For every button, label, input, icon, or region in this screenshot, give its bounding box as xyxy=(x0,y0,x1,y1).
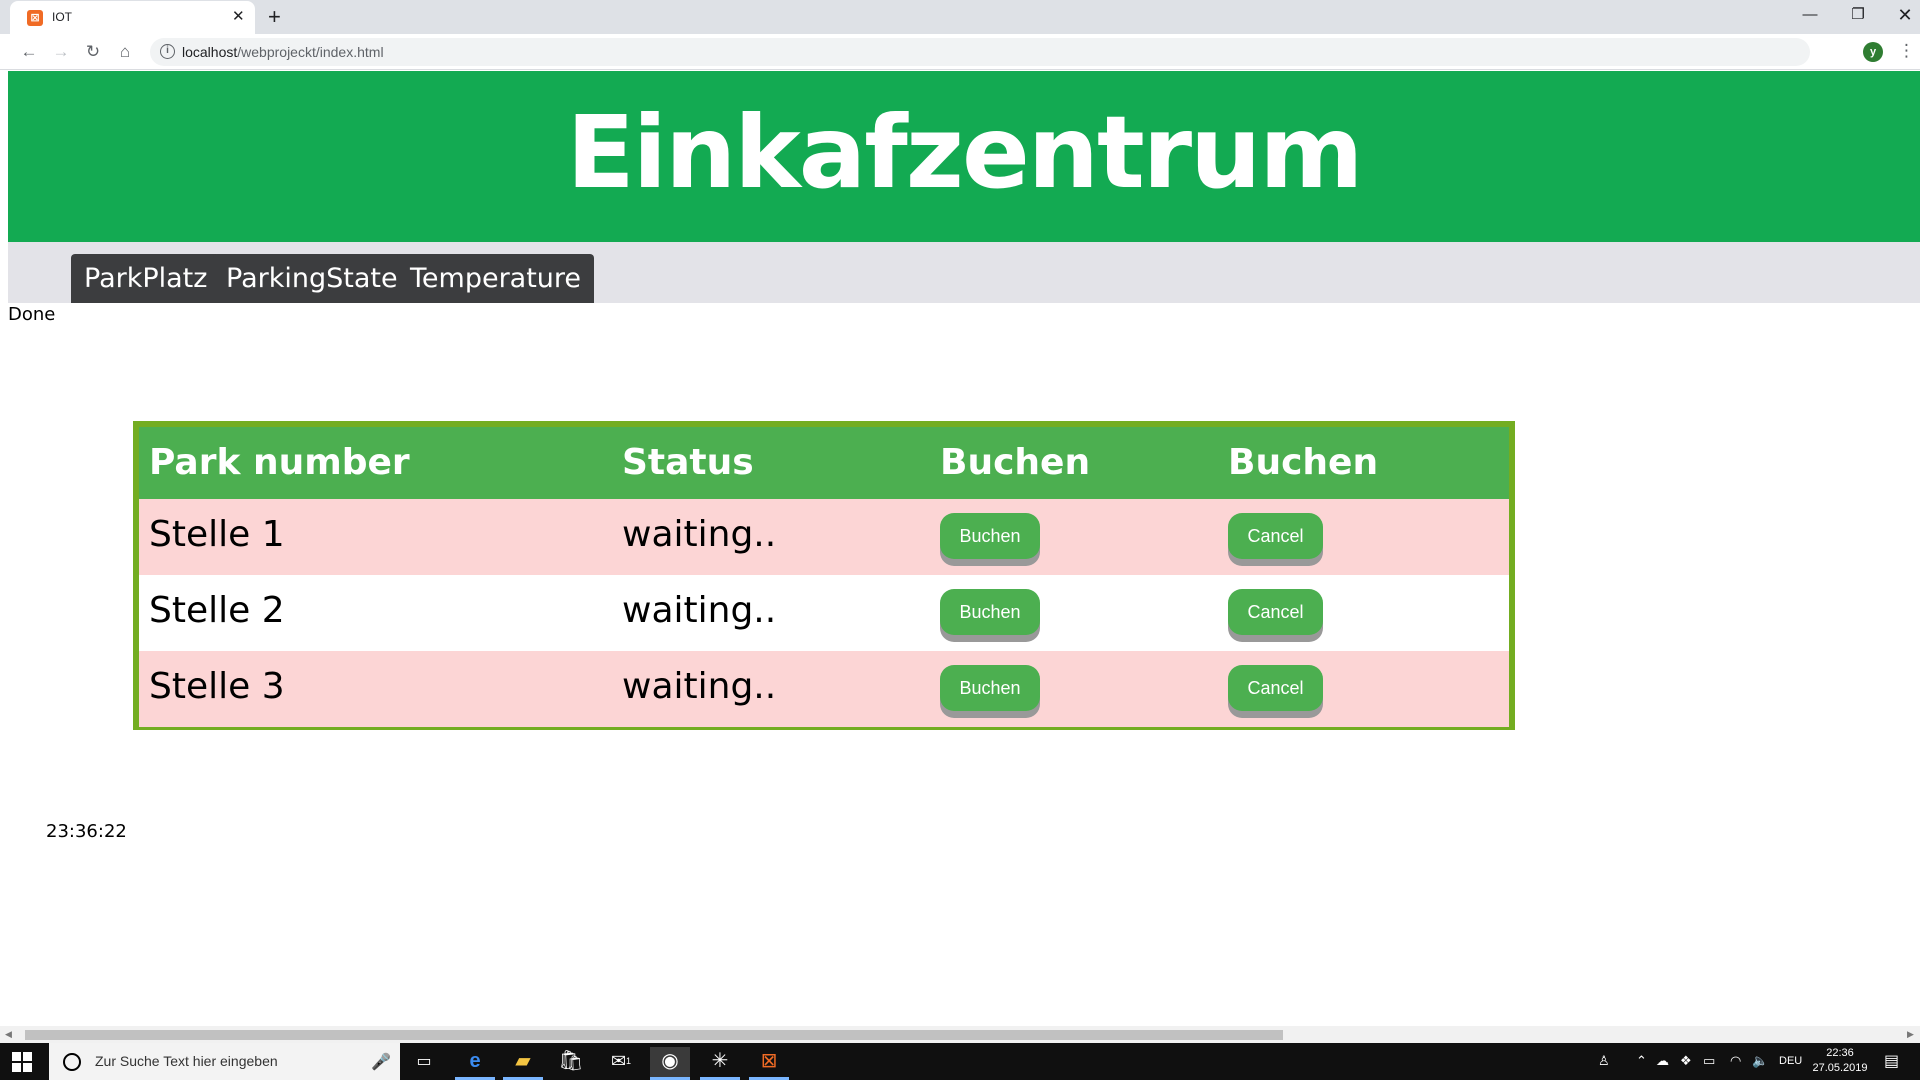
search-placeholder: Zur Suche Text hier eingeben xyxy=(95,1053,278,1069)
book-button[interactable]: Buchen xyxy=(940,513,1040,559)
table-row: Stelle 1 waiting.. Buchen Cancel xyxy=(139,499,1509,575)
forward-arrow-icon[interactable]: → xyxy=(49,40,73,64)
taskbar-clock[interactable]: 22:36 27.05.2019 xyxy=(1812,1046,1868,1076)
status-text: Done xyxy=(8,304,56,325)
minimize-button[interactable]: — xyxy=(1790,4,1830,26)
home-icon[interactable]: ⌂ xyxy=(113,40,137,64)
nav-parkplatz[interactable]: ParkPlatz xyxy=(71,254,221,303)
browser-titlebar: ⊠ IOT ✕ + — ❐ ✕ xyxy=(0,0,1920,34)
cancel-button[interactable]: Cancel xyxy=(1228,513,1323,559)
book-button[interactable]: Buchen xyxy=(940,665,1040,711)
park-place: Stelle 3 xyxy=(149,666,285,707)
park-place: Stelle 2 xyxy=(149,590,285,631)
mail-icon[interactable]: ✉1 xyxy=(601,1047,641,1080)
park-status: waiting.. xyxy=(622,590,777,631)
notification-icon[interactable]: ▤ xyxy=(1884,1051,1899,1071)
new-tab-button[interactable]: + xyxy=(268,4,281,30)
taskbar-time: 22:36 xyxy=(1826,1047,1854,1059)
header-buchen-cancel: Buchen xyxy=(1228,442,1379,483)
microphone-icon[interactable]: 🎤 xyxy=(371,1052,391,1072)
address-bar[interactable]: i localhost/webprojeckt/index.html ⊕ ☆ xyxy=(150,38,1810,66)
scroll-left-icon[interactable]: ◀ xyxy=(5,1029,12,1040)
volume-icon[interactable]: 🔈 xyxy=(1752,1053,1768,1069)
url-host: localhost xyxy=(182,44,238,60)
header-buchen: Buchen xyxy=(940,442,1091,483)
taskbar-search-box[interactable]: Zur Suche Text hier eingeben 🎤 xyxy=(49,1043,400,1080)
edge-browser-icon[interactable]: e xyxy=(455,1047,495,1080)
mail-badge: 1 xyxy=(626,1056,632,1066)
store-icon[interactable]: 🛍 xyxy=(551,1047,591,1080)
cancel-button[interactable]: Cancel xyxy=(1228,665,1323,711)
parking-table: Park number Status Buchen Buchen Stelle … xyxy=(133,421,1515,730)
chrome-icon[interactable]: ◉ xyxy=(650,1047,690,1080)
header-park-number: Park number xyxy=(149,442,410,483)
windows-taskbar: Zur Suche Text hier eingeben 🎤 ▭ e ▰ 🛍 ✉… xyxy=(0,1043,1920,1080)
park-status: waiting.. xyxy=(622,514,777,555)
page-title: Einkafzentrum xyxy=(566,94,1364,211)
nav-parkingstate[interactable]: ParkingState xyxy=(213,254,411,303)
app-icon[interactable]: ✳ xyxy=(700,1047,740,1080)
header-status: Status xyxy=(622,442,754,483)
tray-expand-icon[interactable]: ⌃ xyxy=(1636,1053,1647,1069)
url-text[interactable]: localhost/webprojeckt/index.html xyxy=(182,44,384,60)
main-nav: ParkPlatz ParkingState Temperature xyxy=(8,242,1920,303)
browser-tab[interactable]: ⊠ IOT ✕ xyxy=(10,1,255,34)
url-path: /webprojeckt/index.html xyxy=(237,44,384,60)
park-status: waiting.. xyxy=(622,666,777,707)
web-page: Einkafzentrum ParkPlatz ParkingState Tem… xyxy=(8,71,1920,1026)
profile-avatar[interactable]: y xyxy=(1863,42,1883,62)
table-header-row: Park number Status Buchen Buchen xyxy=(139,427,1509,499)
file-explorer-icon[interactable]: ▰ xyxy=(503,1047,543,1080)
xampp-favicon-icon: ⊠ xyxy=(27,10,43,26)
xampp-icon[interactable]: ⊠ xyxy=(749,1047,789,1080)
tab-close-icon[interactable]: ✕ xyxy=(232,8,245,26)
wifi-icon[interactable]: ◠ xyxy=(1730,1053,1741,1069)
browser-toolbar: ← → ↻ ⌂ i localhost/webprojeckt/index.ht… xyxy=(0,34,1920,70)
site-header: Einkafzentrum xyxy=(8,71,1920,242)
page-clock: 23:36:22 xyxy=(46,821,127,842)
dropbox-icon[interactable]: ❖ xyxy=(1680,1053,1692,1069)
scrollbar-thumb[interactable] xyxy=(25,1030,1283,1040)
battery-icon[interactable]: ▭ xyxy=(1703,1053,1715,1069)
back-arrow-icon[interactable]: ← xyxy=(17,40,41,64)
tab-title: IOT xyxy=(52,10,72,24)
table-row: Stelle 2 waiting.. Buchen Cancel xyxy=(139,575,1509,651)
book-button[interactable]: Buchen xyxy=(940,589,1040,635)
taskbar-date: 27.05.2019 xyxy=(1812,1062,1868,1074)
browser-menu-icon[interactable]: ⋮ xyxy=(1898,40,1915,62)
table-row: Stelle 3 waiting.. Buchen Cancel xyxy=(139,651,1509,727)
horizontal-scrollbar[interactable]: ◀ ▶ xyxy=(0,1026,1920,1043)
cancel-button[interactable]: Cancel xyxy=(1228,589,1323,635)
language-indicator[interactable]: DEU xyxy=(1779,1055,1802,1067)
cortana-icon xyxy=(63,1053,81,1071)
nav-temperature[interactable]: Temperature xyxy=(397,254,595,303)
park-place: Stelle 1 xyxy=(149,514,285,555)
windows-start-icon[interactable] xyxy=(12,1052,32,1072)
task-view-icon[interactable]: ▭ xyxy=(404,1047,444,1080)
close-window-button[interactable]: ✕ xyxy=(1885,4,1920,26)
site-info-icon[interactable]: i xyxy=(160,44,175,59)
people-icon[interactable]: ♙ xyxy=(1598,1053,1610,1069)
onedrive-icon[interactable]: ☁ xyxy=(1656,1053,1669,1069)
reload-icon[interactable]: ↻ xyxy=(81,40,105,64)
scroll-right-icon[interactable]: ▶ xyxy=(1907,1029,1914,1040)
restore-button[interactable]: ❐ xyxy=(1838,4,1878,26)
